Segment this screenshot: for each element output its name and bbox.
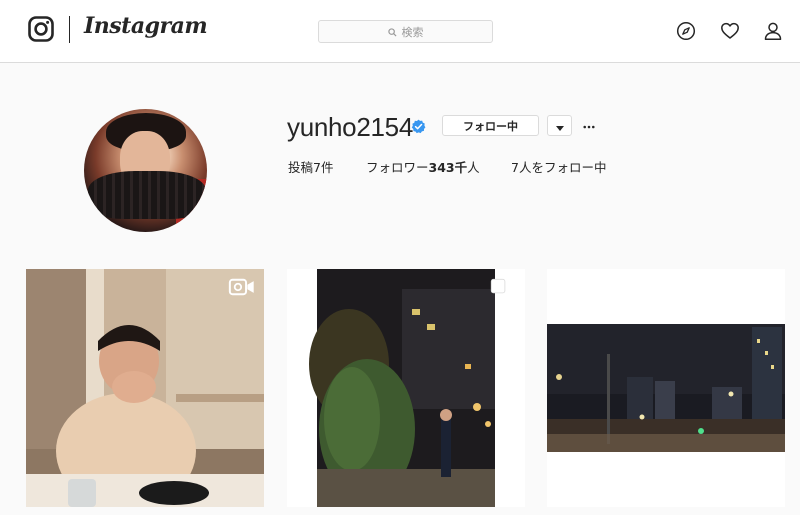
post-thumbnail-photo[interactable]	[547, 269, 785, 507]
instagram-glyph-icon[interactable]	[28, 16, 54, 42]
post-image-night-street	[287, 269, 525, 507]
ellipsis-icon	[583, 118, 595, 132]
post-thumbnail-carousel[interactable]	[287, 269, 525, 507]
more-options-button[interactable]	[580, 114, 598, 136]
top-navigation: Instagram 検索	[0, 0, 800, 63]
post-thumbnail-video[interactable]	[26, 269, 264, 507]
search-input[interactable]: 検索	[318, 20, 493, 43]
search-placeholder: 検索	[401, 25, 424, 39]
stat-followers[interactable]: フォロワー343千人	[366, 157, 480, 176]
following-button[interactable]: フォロー中	[442, 115, 539, 136]
verified-badge-icon	[411, 119, 426, 134]
instagram-wordmark[interactable]: Instagram	[84, 13, 208, 39]
stat-posts: 投稿7件	[288, 160, 334, 175]
logo-divider	[69, 16, 70, 43]
stat-following[interactable]: 7人をフォロー中	[511, 157, 606, 176]
followers-count: 343千	[428, 160, 468, 175]
avatar[interactable]	[84, 109, 207, 232]
suggestions-dropdown-button[interactable]	[547, 115, 572, 136]
heart-icon[interactable]	[720, 21, 740, 41]
caret-down-icon	[555, 116, 564, 135]
profile-username: yunho2154	[287, 112, 413, 142]
post-image-city-night	[547, 269, 785, 507]
search-icon	[387, 22, 397, 41]
avatar-scarf	[88, 171, 206, 219]
video-camera-icon	[228, 278, 256, 300]
user-icon[interactable]	[763, 21, 783, 41]
post-image-man-laughing	[26, 269, 264, 507]
followers-label: フォロワー	[366, 160, 429, 175]
compass-icon[interactable]	[676, 21, 696, 41]
followers-unit: 人	[467, 160, 480, 175]
carousel-icon	[490, 278, 507, 299]
